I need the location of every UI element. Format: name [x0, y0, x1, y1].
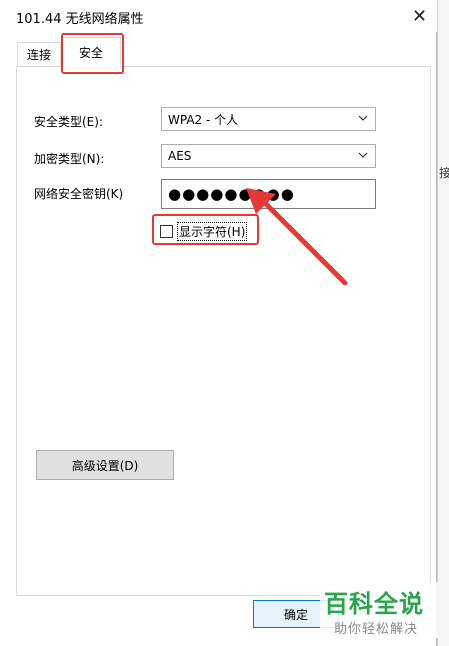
advanced-settings-button[interactable]: 高级设置(D)	[36, 450, 174, 480]
background-window-edge	[437, 0, 449, 646]
watermark: 百科全说 助你轻松解决	[320, 582, 438, 638]
encryption-type-value: AES	[168, 149, 192, 163]
tab-connection-label: 连接	[26, 48, 51, 62]
network-key-value: ●●●●●●●●●	[168, 185, 295, 203]
advanced-settings-label: 高级设置(D)	[71, 458, 139, 473]
close-icon: ✕	[411, 5, 428, 27]
security-type-label: 安全类型(E):	[34, 115, 103, 129]
encryption-type-select[interactable]: AES	[161, 144, 376, 168]
tab-security-label: 安全	[78, 46, 103, 60]
encryption-type-label: 加密类型(N):	[34, 152, 105, 166]
tab-security[interactable]: 安全	[61, 37, 121, 67]
chevron-down-icon	[358, 152, 368, 158]
show-characters-checkbox[interactable]	[160, 224, 173, 238]
network-key-label: 网络安全密钥(K)	[34, 187, 124, 201]
title-bar: 101.44 无线网络属性 ✕	[0, 0, 437, 32]
ok-button-label: 确定	[283, 607, 308, 622]
security-type-value: WPA2 - 个人	[168, 112, 239, 127]
close-button[interactable]: ✕	[402, 0, 437, 32]
tab-connection[interactable]: 连接	[17, 42, 61, 66]
wireless-properties-dialog: 101.44 无线网络属性 ✕ 连接 安全 安全类型(E): WPA2 - 个人…	[0, 0, 437, 646]
network-key-input[interactable]: ●●●●●●●●●	[161, 179, 376, 209]
watermark-slogan: 助你轻松解决	[334, 622, 419, 637]
show-characters-row[interactable]: 显示字符(H)	[160, 221, 248, 241]
window-title: 101.44 无线网络属性	[16, 12, 144, 27]
chevron-down-icon	[358, 115, 368, 121]
security-type-select[interactable]: WPA2 - 个人	[161, 107, 376, 131]
show-characters-label[interactable]: 显示字符(H)	[177, 221, 248, 241]
background-window-text: 接	[439, 166, 449, 180]
watermark-title: 百科全说	[324, 590, 424, 618]
